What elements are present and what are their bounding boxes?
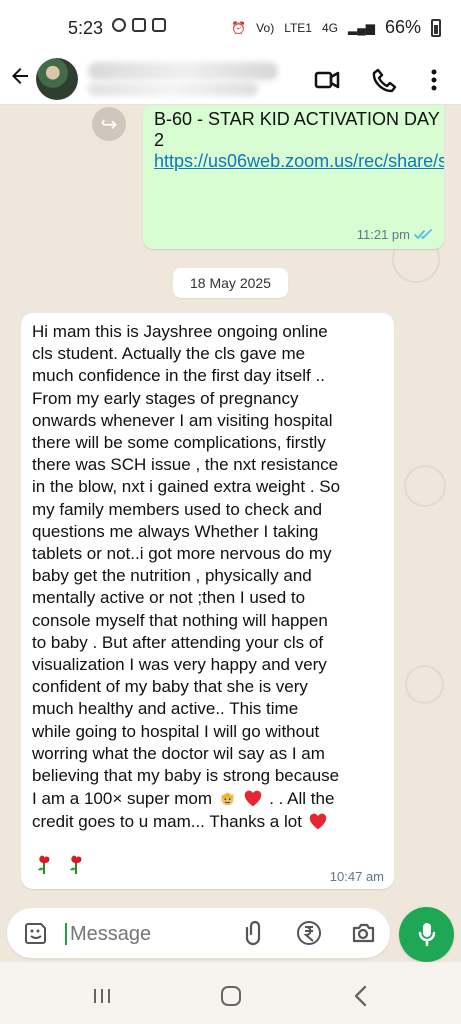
forward-message-button[interactable]: ↪ — [92, 107, 126, 141]
message-line: cls student. Actually the cls gave me — [32, 344, 306, 364]
sent-message-title: B-60 - STAR KID ACTIVATION DAY 2 — [154, 109, 440, 150]
battery-percentage: 66% — [384, 17, 421, 37]
sent-message-time: 11:21 pm — [356, 227, 410, 242]
message-line: believing that my baby is strong because — [32, 766, 340, 786]
rupee-payment-icon[interactable] — [296, 920, 322, 946]
alarm-icon: ⏰ — [231, 20, 247, 35]
message-line: much healthy and active.. This time — [32, 699, 299, 719]
chat-area[interactable]: ↪ B-60 - STAR KID ACTIVATION DAY 2 https… — [0, 105, 461, 962]
status-bar: 5:23 ⏰ Vo) LTE1 4G ▂▄▆ 66% — [0, 0, 461, 54]
chat-header — [0, 54, 461, 105]
message-line: to baby . But after attending your cls o… — [32, 632, 324, 652]
status-left-icons — [112, 18, 166, 32]
whatsapp-status-icon — [112, 18, 126, 32]
recent-apps-icon[interactable] — [88, 982, 116, 1010]
wallpaper-doodle — [405, 665, 444, 704]
received-message-time: 10:47 am — [329, 869, 384, 884]
phone-call-icon[interactable] — [370, 66, 398, 94]
microphone-icon — [418, 923, 436, 947]
message-line: I am a 100× super mom . . All the — [32, 787, 388, 810]
message-line: while going to hospital I will go withou… — [32, 721, 320, 741]
video-call-icon[interactable] — [313, 66, 341, 94]
wallpaper-doodle — [404, 465, 446, 507]
voice-message-button[interactable] — [399, 907, 454, 962]
message-line: credit goes to u mam... Thanks a lot — [32, 810, 388, 833]
text-cursor — [65, 923, 67, 945]
message-line: there was SCH issue , the nxt resistance — [32, 455, 339, 475]
message-line: my family members used to check and — [32, 499, 323, 519]
battery-icon — [431, 18, 441, 37]
rose-emoji-icon — [38, 855, 50, 874]
date-separator: 18 May 2025 — [173, 268, 288, 298]
message-line: Hi mam this is Jayshree ongoing online — [32, 322, 328, 341]
emoji-sticker-icon[interactable] — [23, 920, 49, 946]
message-line: in the blow, nxt i gained extra weight .… — [32, 477, 341, 497]
rose-emoji-icon — [70, 855, 82, 874]
message-line: baby get the nutrition , physically and — [32, 566, 312, 586]
message-line: From my early stages of pregnancy — [32, 388, 299, 408]
message-composer[interactable] — [7, 908, 390, 958]
read-receipt-icon — [414, 229, 432, 239]
message-line-segment: I am a 100× super mom — [32, 789, 213, 809]
message-line-segment: credit goes to u mam... Thanks a lot — [32, 812, 302, 832]
home-icon[interactable] — [217, 982, 245, 1010]
sent-message-bubble[interactable]: B-60 - STAR KID ACTIVATION DAY 2 https:/… — [143, 105, 444, 249]
navigation-back-icon[interactable] — [347, 982, 375, 1010]
contact-avatar[interactable] — [36, 58, 78, 100]
rose-emoji-row — [32, 851, 92, 875]
contact-name-blur[interactable] — [88, 62, 278, 80]
lte-label: LTE1 — [284, 20, 312, 35]
contact-status-blur — [88, 82, 258, 96]
attachment-icon[interactable] — [243, 920, 267, 946]
message-line: tablets or not..i got more nervous do my — [32, 544, 332, 564]
back-arrow-icon[interactable] — [8, 64, 32, 88]
network-4g-label: 4G — [321, 20, 338, 35]
zoom-recording-link[interactable]: https://us06web.zoom.us/rec/share/s3jsJ9… — [154, 151, 444, 171]
message-line: worring what the doctor wil say as I am — [32, 743, 325, 763]
gallery-status-icon — [132, 18, 146, 32]
message-line: much confidence in the first day itself … — [32, 366, 325, 386]
queen-emoji-icon — [221, 792, 234, 806]
status-time: 5:23 — [68, 18, 104, 38]
message-line: confident of my baby that she is very — [32, 677, 308, 697]
calendar-status-icon — [152, 18, 166, 32]
camera-icon[interactable] — [350, 920, 376, 946]
received-message-bubble[interactable]: Hi mam this is Jayshree ongoing online c… — [21, 313, 394, 889]
red-heart-emoji-icon — [309, 814, 326, 830]
red-heart-emoji-icon — [245, 790, 262, 807]
status-right-icons: ⏰ Vo) LTE1 4G ▂▄▆ 66% — [231, 17, 441, 38]
android-navigation-bar — [0, 962, 461, 1024]
received-message-text: Hi mam this is Jayshree ongoing online c… — [32, 321, 388, 834]
message-line: visualization I was very happy and very — [32, 655, 327, 675]
message-line: questions me always Whether I taking — [32, 521, 319, 541]
message-line-segment: . . All the — [269, 789, 335, 809]
message-input[interactable] — [68, 919, 242, 949]
more-options-icon[interactable] — [420, 66, 448, 94]
message-line: onwards whenever I am visiting hospital — [32, 410, 333, 430]
signal-icon: ▂▄▆ — [348, 20, 375, 35]
sent-message-text: B-60 - STAR KID ACTIVATION DAY 2 https:/… — [154, 109, 444, 172]
message-line: there will be some complications, firstl… — [32, 433, 326, 453]
message-line: mentally active or not ;then I used to — [32, 588, 306, 608]
message-line: console myself that nothing will happen — [32, 610, 328, 630]
volte-label: Vo) — [256, 20, 275, 35]
